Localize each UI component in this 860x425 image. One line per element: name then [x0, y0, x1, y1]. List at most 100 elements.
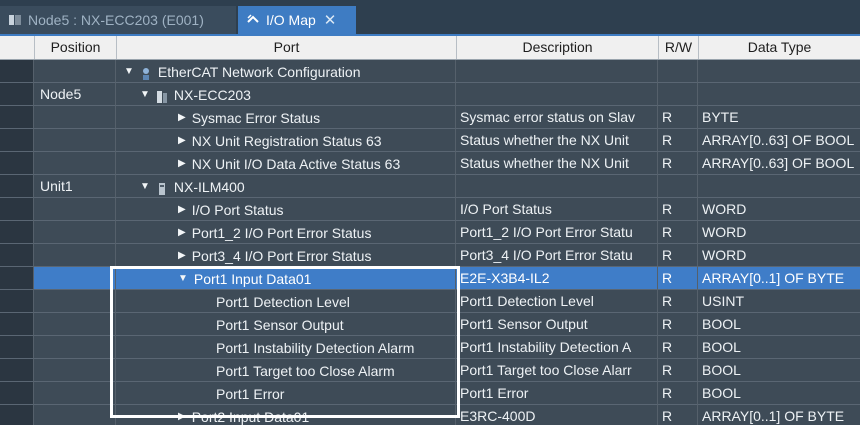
row-gutter[interactable] — [0, 129, 34, 152]
data-type-cell: WORD — [698, 221, 860, 244]
port-cell[interactable]: ▶ Port3_4 I/O Port Error Status — [116, 244, 456, 267]
data-type-cell: ARRAY[0..1] OF BYTE — [698, 405, 860, 425]
data-type-cell: ARRAY[0..1] OF BYTE — [698, 267, 860, 290]
row-gutter[interactable] — [0, 359, 34, 382]
table-row[interactable]: ▼ Port1 Input Data01 E2E-X3B4-IL2 R ARRAY[0.… — [0, 267, 860, 290]
expand-arrow-icon[interactable]: ▶ — [178, 107, 186, 129]
row-gutter[interactable] — [0, 267, 34, 290]
port-cell[interactable]: ▼ NX-ILM400 — [116, 175, 456, 198]
expand-arrow-icon[interactable]: ▶ — [178, 153, 186, 175]
header-data-type[interactable]: Data Type — [698, 36, 860, 59]
port-label: Port1 Error — [216, 385, 285, 402]
port-cell[interactable]: ▶ NX Unit Registration Status 63 — [116, 129, 456, 152]
expand-arrow-icon[interactable]: ▶ — [178, 406, 186, 425]
table-row[interactable]: Port1 Detection Level Port1 Detection Lev… — [0, 290, 860, 313]
table-row[interactable]: Unit1 ▼ NX-ILM400 — [0, 175, 860, 198]
row-gutter[interactable] — [0, 198, 34, 221]
collapse-arrow-icon[interactable]: ▼ — [124, 61, 134, 83]
rw-cell: R — [658, 313, 698, 336]
rw-cell — [658, 83, 698, 106]
table-row[interactable]: ▼ EtherCAT Network Configuration — [0, 60, 860, 83]
data-type-cell: BOOL — [698, 359, 860, 382]
row-gutter[interactable] — [0, 382, 34, 405]
port-cell[interactable]: ▼ NX-ECC203 — [116, 83, 456, 106]
port-cell[interactable]: ▶ Port2 Input Data01 — [116, 405, 456, 425]
table-row[interactable]: ▶ I/O Port Status I/O Port Status R WORD — [0, 198, 860, 221]
tab-io-map-label: I/O Map — [266, 12, 316, 28]
row-gutter[interactable] — [0, 313, 34, 336]
network-icon — [140, 65, 152, 80]
table-row[interactable]: ▶ NX Unit Registration Status 63 Status wh… — [0, 129, 860, 152]
port-label: Port2 Input Data01 — [191, 408, 310, 425]
rw-cell — [658, 175, 698, 198]
expand-arrow-icon[interactable]: ▶ — [178, 130, 186, 152]
row-gutter[interactable] — [0, 152, 34, 175]
expand-arrow-icon[interactable]: ▶ — [178, 222, 186, 244]
collapse-arrow-icon[interactable]: ▼ — [140, 176, 150, 198]
collapse-arrow-icon[interactable]: ▼ — [178, 268, 188, 290]
port-cell[interactable]: Port1 Sensor Output — [116, 313, 456, 336]
port-cell-content: ▼ NX-ECC203 — [140, 83, 251, 106]
row-gutter[interactable] — [0, 244, 34, 267]
table-row[interactable]: Node5 ▼ NX-ECC203 — [0, 83, 860, 106]
header-rw[interactable]: R/W — [658, 36, 698, 59]
port-cell[interactable]: Port1 Error — [116, 382, 456, 405]
port-cell[interactable]: ▼ Port1 Input Data01 — [116, 267, 456, 290]
rw-cell: R — [658, 336, 698, 359]
collapse-arrow-icon[interactable]: ▼ — [140, 84, 150, 106]
port-label: Sysmac Error Status — [191, 109, 321, 126]
expand-arrow-icon[interactable]: ▶ — [178, 199, 186, 221]
position-cell: Node5 — [34, 83, 116, 106]
table-row[interactable]: ▶ Sysmac Error Status Sysmac error status … — [0, 106, 860, 129]
position-cell — [34, 336, 116, 359]
description-cell — [456, 83, 658, 106]
port-cell-content: ▼ Port1 Input Data01 — [178, 267, 311, 290]
table-row[interactable]: Port1 Instability Detection Alarm Port1 I… — [0, 336, 860, 359]
row-gutter[interactable] — [0, 336, 34, 359]
port-cell[interactable]: Port1 Instability Detection Alarm — [116, 336, 456, 359]
tab-node5-label: Node5 : NX-ECC203 (E001) — [28, 12, 204, 28]
header-description[interactable]: Description — [456, 36, 658, 59]
row-gutter[interactable] — [0, 106, 34, 129]
tab-node5[interactable]: Node5 : NX-ECC203 (E001) — [0, 6, 236, 34]
io-map-icon — [247, 14, 259, 23]
port-cell[interactable]: ▶ NX Unit I/O Data Active Status 63 — [116, 152, 456, 175]
data-type-cell: USINT — [698, 290, 860, 313]
header-port[interactable]: Port — [116, 36, 456, 59]
data-type-cell — [698, 60, 860, 83]
data-type-cell: BOOL — [698, 313, 860, 336]
port-cell[interactable]: ▶ Port1_2 I/O Port Error Status — [116, 221, 456, 244]
description-cell — [456, 60, 658, 83]
rw-cell: R — [658, 129, 698, 152]
table-row[interactable]: ▶ Port2 Input Data01 E3RC-400D R ARRAY[0..1]… — [0, 405, 860, 425]
data-type-cell: WORD — [698, 244, 860, 267]
table-row[interactable]: Port1 Target too Close Alarm Port1 Target… — [0, 359, 860, 382]
close-icon[interactable]: ✕ — [324, 11, 337, 29]
port-cell[interactable]: Port1 Target too Close Alarm — [116, 359, 456, 382]
table-row[interactable]: Port1 Sensor Output Port1 Sensor Output R B… — [0, 313, 860, 336]
rw-cell: R — [658, 152, 698, 175]
row-gutter[interactable] — [0, 405, 34, 425]
row-gutter[interactable] — [0, 221, 34, 244]
row-gutter[interactable] — [0, 60, 34, 83]
description-cell — [456, 175, 658, 198]
table-row[interactable]: ▶ Port1_2 I/O Port Error Status Port1_2 I/… — [0, 221, 860, 244]
row-gutter[interactable] — [0, 83, 34, 106]
port-cell[interactable]: Port1 Detection Level — [116, 290, 456, 313]
port-cell[interactable]: ▼ EtherCAT Network Configuration — [116, 60, 456, 83]
data-type-cell: BOOL — [698, 382, 860, 405]
tab-io-map[interactable]: I/O Map ✕ — [238, 6, 356, 34]
expand-arrow-icon[interactable]: ▶ — [178, 245, 186, 267]
header-position[interactable]: Position — [34, 36, 116, 59]
row-gutter[interactable] — [0, 290, 34, 313]
description-cell: Port1 Error — [456, 382, 658, 405]
port-cell[interactable]: ▶ Sysmac Error Status — [116, 106, 456, 129]
table-row[interactable]: ▶ NX Unit I/O Data Active Status 63 Status… — [0, 152, 860, 175]
port-cell[interactable]: ▶ I/O Port Status — [116, 198, 456, 221]
description-cell: E2E-X3B4-IL2 — [456, 267, 658, 290]
table-row[interactable]: Port1 Error Port1 Error R BOOL — [0, 382, 860, 405]
position-cell — [34, 267, 116, 290]
table-row[interactable]: ▶ Port3_4 I/O Port Error Status Port3_4 I/… — [0, 244, 860, 267]
row-gutter[interactable] — [0, 175, 34, 198]
description-cell: Port3_4 I/O Port Error Statu — [456, 244, 658, 267]
